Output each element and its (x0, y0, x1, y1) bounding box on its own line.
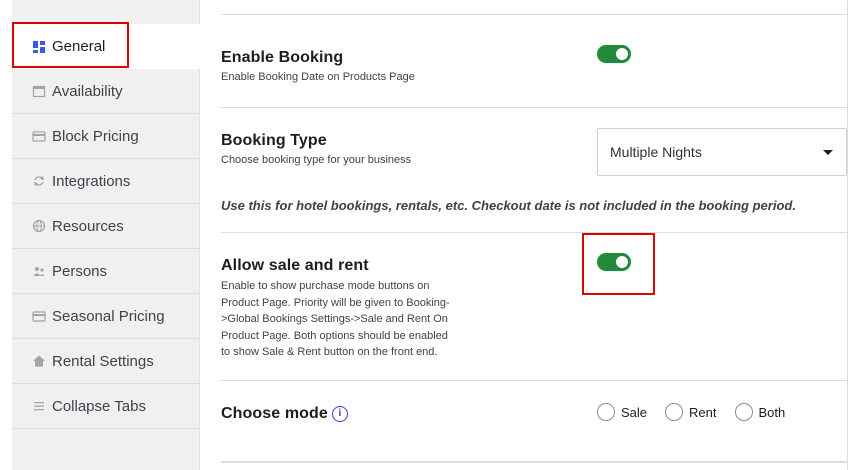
sidebar-item-label: Rental Settings (52, 352, 154, 370)
sidebar-item-label: Resources (52, 217, 124, 235)
sidebar-item-label: Availability (52, 82, 123, 100)
card-icon (32, 309, 46, 323)
dashboard-icon (32, 40, 46, 54)
allow-sale-rent-toggle[interactable] (597, 253, 631, 271)
panel-border (847, 0, 848, 470)
divider (221, 380, 847, 381)
sidebar-item-label: Collapse Tabs (52, 397, 146, 415)
globe-icon (32, 219, 46, 233)
divider (221, 461, 847, 463)
radio-both[interactable]: Both (734, 403, 786, 421)
sidebar-item-block-pricing[interactable]: Block Pricing (12, 114, 200, 159)
radio-label: Both (758, 404, 786, 420)
info-icon[interactable]: i (331, 405, 348, 422)
sidebar-item-integrations[interactable]: Integrations (12, 159, 200, 204)
sidebar-item-label: Seasonal Pricing (52, 307, 165, 325)
booking-settings-page: General Availability Block Pricing Integ… (0, 0, 863, 470)
sidebar-item-rental-settings[interactable]: Rental Settings (12, 339, 200, 384)
calendar-icon (32, 84, 46, 98)
radio-sale[interactable]: Sale (597, 403, 647, 421)
allow-sale-rent-title: Allow sale and rent (221, 257, 369, 274)
enable-booking-title: Enable Booking (221, 49, 344, 66)
radio-circle[interactable] (734, 403, 753, 421)
sidebar-item-label: General (52, 38, 106, 55)
choose-mode-label: Choose mode (221, 405, 328, 422)
desc-line: >Global Bookings Settings->Sale and Rent… (221, 313, 448, 325)
enable-booking-toggle[interactable] (597, 45, 631, 63)
sync-icon (32, 174, 46, 188)
sidebar-item-collapse-tabs[interactable]: Collapse Tabs (12, 384, 200, 429)
sidebar-item-availability[interactable]: Availability (12, 69, 200, 114)
allow-sale-rent-desc: Enable to show purchase mode buttons on … (221, 278, 450, 361)
choose-mode-radio-group: Sale Rent Both (597, 403, 803, 421)
radio-circle[interactable] (597, 403, 615, 421)
radio-circle[interactable] (665, 403, 684, 421)
sidebar-item-resources[interactable]: Resources (12, 204, 200, 249)
booking-type-title: Booking Type (221, 132, 327, 149)
settings-sidebar: General Availability Block Pricing Integ… (12, 0, 200, 470)
enable-booking-desc: Enable Booking Date on Products Page (221, 71, 415, 83)
sidebar-item-label: Persons (52, 262, 108, 280)
desc-line: Product Page. Priority will be given to … (221, 296, 450, 309)
toggle-knob (616, 48, 628, 60)
sidebar-item-seasonal-pricing[interactable]: Seasonal Pricing (12, 294, 200, 339)
divider (221, 232, 847, 233)
radio-label: Sale (621, 404, 648, 420)
booking-type-select[interactable]: Multiple Nights (597, 128, 847, 176)
caret-down-icon (823, 150, 833, 155)
divider (221, 107, 847, 108)
toggle-knob (616, 256, 628, 268)
settings-panel: Enable Booking Enable Booking Date on Pr… (201, 0, 847, 470)
groups-icon (32, 264, 46, 278)
sidebar-item-label: Block Pricing (52, 127, 139, 145)
desc-line: to show Sale & Rent button on the front … (221, 346, 438, 358)
divider (221, 14, 847, 15)
card-icon (32, 129, 46, 143)
menu-icon (32, 399, 46, 413)
booking-type-note: Use this for hotel bookings, rentals, et… (221, 198, 796, 213)
sidebar-item-label: Integrations (52, 172, 131, 190)
choose-mode-title: Choose mode i (221, 405, 348, 423)
sidebar-item-persons[interactable]: Persons (12, 249, 200, 294)
desc-line: Product Page. Both options should be ena… (221, 329, 448, 342)
booking-type-selected-value: Multiple Nights (610, 144, 702, 160)
desc-line: Enable to show purchase mode buttons on (221, 280, 430, 292)
radio-rent[interactable]: Rent (665, 403, 717, 421)
booking-type-desc: Choose booking type for your business (221, 154, 412, 166)
home-icon (32, 354, 46, 368)
sidebar-item-general[interactable]: General (12, 24, 200, 69)
radio-label: Rent (689, 404, 717, 420)
